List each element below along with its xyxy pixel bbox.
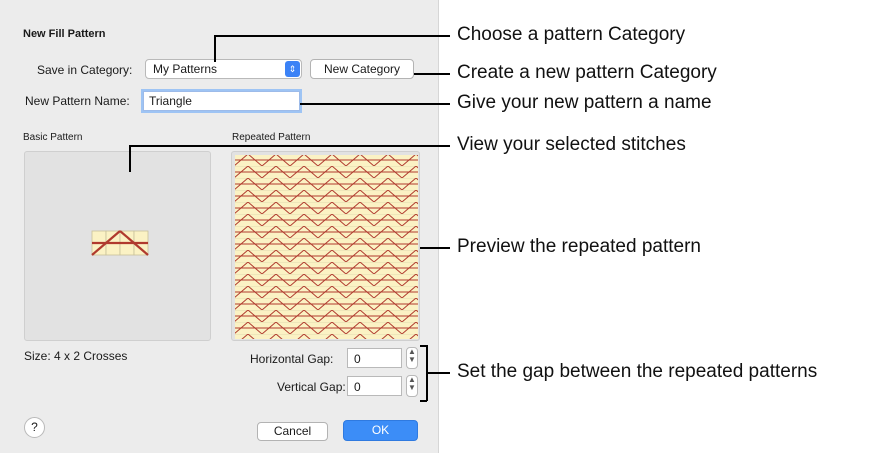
basic-pattern-preview	[24, 151, 211, 341]
basic-pattern-label: Basic Pattern	[23, 132, 83, 143]
callout-line-stitches-drop	[129, 145, 131, 172]
category-select[interactable]: My Patterns ⇕	[145, 59, 302, 79]
new-fill-pattern-dialog: New Fill Pattern Save in Category: My Pa…	[0, 0, 439, 453]
pattern-size-text: Size: 4 x 2 Crosses	[24, 349, 128, 363]
stepper-down-icon[interactable]: ▼	[407, 384, 417, 392]
vertical-gap-input[interactable]: 0	[347, 376, 402, 396]
horizontal-gap-label: Horizontal Gap:	[250, 352, 334, 366]
callout-choose-category: Choose a pattern Category	[457, 24, 686, 45]
callout-line-new-category	[414, 73, 450, 75]
vertical-gap-stepper[interactable]: ▲ ▼	[406, 375, 418, 397]
help-button[interactable]: ?	[24, 417, 45, 438]
save-in-category-label: Save in Category:	[37, 63, 133, 77]
repeated-pattern-stitches	[235, 155, 418, 339]
callout-line-category-drop	[214, 35, 216, 62]
ok-button[interactable]: OK	[343, 420, 418, 441]
callout-view-stitches: View your selected stitches	[457, 134, 686, 155]
stepper-down-icon[interactable]: ▼	[407, 356, 417, 364]
repeated-pattern-label: Repeated Pattern	[232, 132, 311, 143]
select-arrows-icon: ⇕	[285, 61, 300, 77]
callout-line-category	[214, 35, 450, 37]
callout-set-gap: Set the gap between the repeated pattern…	[457, 361, 818, 382]
callout-create-category: Create a new pattern Category	[457, 62, 717, 83]
callout-preview-pattern: Preview the repeated pattern	[457, 236, 701, 257]
callout-line-stitches	[129, 145, 450, 147]
category-value: My Patterns	[153, 62, 218, 76]
horizontal-gap-input[interactable]: 0	[347, 348, 402, 368]
callout-line-preview	[420, 247, 450, 249]
basic-pattern-stitches	[91, 230, 149, 256]
repeated-pattern-preview	[231, 151, 420, 341]
cancel-button[interactable]: Cancel	[257, 422, 328, 441]
callout-line-gap	[426, 372, 450, 374]
callout-line-name	[300, 103, 450, 105]
pattern-name-input[interactable]: Triangle	[143, 91, 300, 111]
dialog-title: New Fill Pattern	[23, 28, 106, 40]
callout-name-pattern: Give your new pattern a name	[457, 92, 712, 113]
pattern-name-label: New Pattern Name:	[25, 94, 130, 108]
horizontal-gap-stepper[interactable]: ▲ ▼	[406, 347, 418, 369]
callout-bracket-bottom	[420, 400, 427, 402]
vertical-gap-label: Vertical Gap:	[277, 380, 346, 394]
new-category-button[interactable]: New Category	[310, 59, 414, 79]
